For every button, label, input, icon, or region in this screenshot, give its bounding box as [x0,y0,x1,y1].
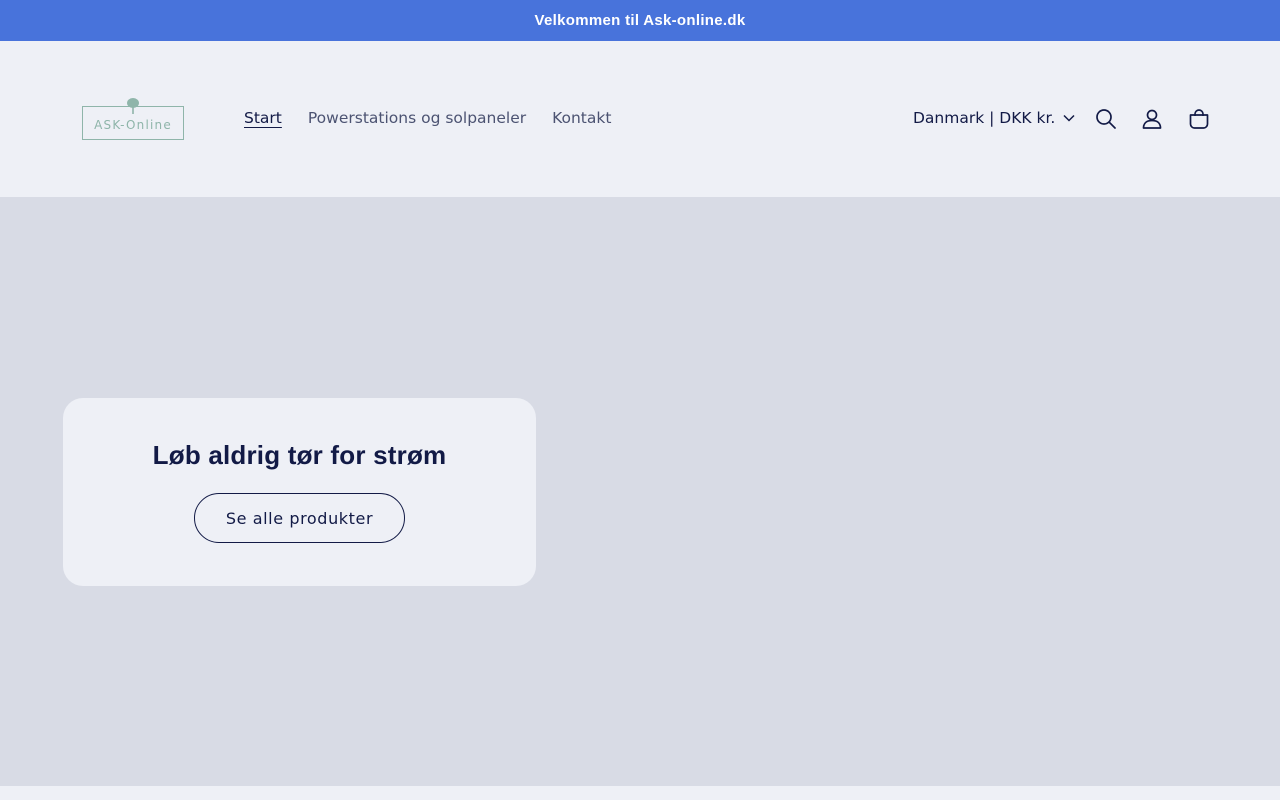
cart-button[interactable] [1186,106,1212,132]
announcement-bar: Velkommen til Ask-online.dk [0,0,1280,41]
nav-item-kontakt[interactable]: Kontakt [552,107,611,129]
cart-icon [1189,109,1209,129]
country-selector-label: Danmark | DKK kr. [913,109,1056,127]
site-header: ASK-Online Start Powerstations og solpan… [0,41,1280,197]
see-all-products-button[interactable]: Se alle produkter [193,493,406,543]
hero-banner: Løb aldrig tør for strøm Se alle produkt… [0,197,1280,786]
nav-item-start[interactable]: Start [244,107,282,129]
hero-heading: Løb aldrig tør for strøm [152,440,447,470]
nav-item-powerstations[interactable]: Powerstations og solpaneler [308,107,526,129]
footer-edge [0,786,1280,800]
chevron-down-icon [1063,114,1075,122]
main-nav: Start Powerstations og solpaneler Kontak… [244,107,611,129]
logo-frame: ASK-Online [82,106,184,140]
announcement-text: Velkommen til Ask-online.dk [534,12,746,29]
hero-card: Løb aldrig tør for strøm Se alle produkt… [63,398,536,586]
account-button[interactable] [1139,106,1165,132]
logo-text: ASK-Online [94,118,172,132]
search-icon [1096,109,1116,129]
logo[interactable]: ASK-Online [82,98,184,140]
account-icon [1142,109,1162,129]
search-button[interactable] [1093,106,1119,132]
country-selector[interactable]: Danmark | DKK kr. [913,107,1075,129]
